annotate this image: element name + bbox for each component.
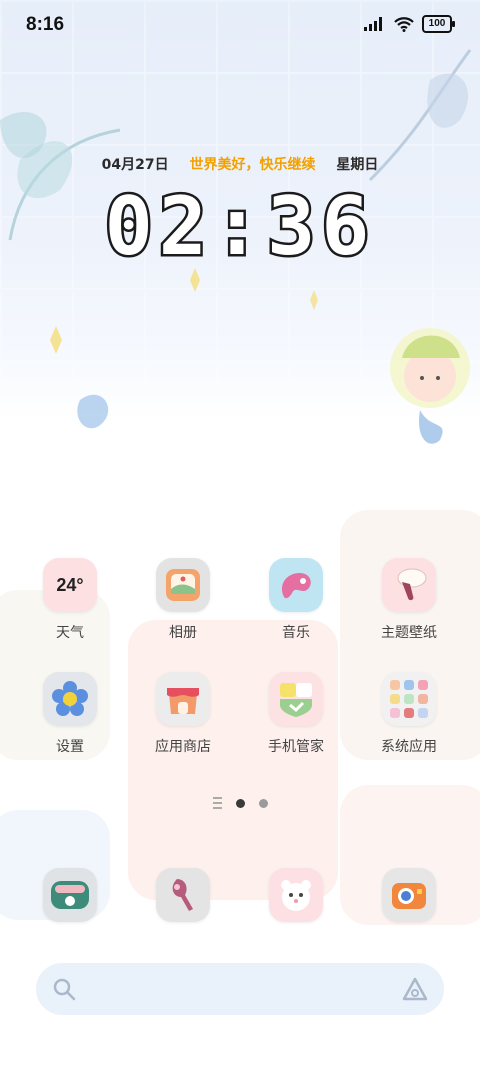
page-dot-active xyxy=(235,798,245,808)
app-weather[interactable]: 24° 天气 xyxy=(15,558,125,642)
slogan-text: 世界美好，快乐继续 xyxy=(189,157,316,173)
camera-icon xyxy=(269,868,323,922)
security-icon xyxy=(269,672,323,726)
app-store-icon xyxy=(156,672,210,726)
app-label: 应用商店 xyxy=(155,739,211,755)
clock-widget[interactable]: 02:36 xyxy=(0,178,480,276)
wallpaper-card-center xyxy=(128,620,338,900)
dock-messages[interactable] xyxy=(128,868,238,922)
music-icon xyxy=(269,558,323,612)
phone-icon xyxy=(43,868,97,922)
wifi-icon xyxy=(394,16,414,32)
search-bar[interactable] xyxy=(36,963,444,1015)
assistant-icon[interactable] xyxy=(402,977,428,1001)
status-icons: 100 xyxy=(364,15,455,33)
app-gallery[interactable]: 相册 xyxy=(128,558,238,642)
search-icon xyxy=(53,978,76,1001)
date-text: 04月27日 xyxy=(101,157,169,173)
app-music[interactable]: 音乐 xyxy=(241,558,351,642)
app-label: 音乐 xyxy=(282,625,310,641)
themes-icon xyxy=(382,558,436,612)
weather-icon: 24° xyxy=(43,558,97,612)
system-apps-folder-icon xyxy=(382,672,436,726)
page-indicator[interactable] xyxy=(0,795,480,811)
app-label: 设置 xyxy=(56,739,84,755)
app-label: 主题壁纸 xyxy=(381,625,437,641)
character-sticker xyxy=(390,328,470,408)
dock-phone[interactable] xyxy=(15,868,125,922)
weekday-text: 星期日 xyxy=(336,157,379,173)
app-store[interactable]: 应用商店 xyxy=(128,672,238,756)
folder-system-apps[interactable]: 系统应用 xyxy=(354,672,464,756)
page-indicator-list-icon xyxy=(212,797,222,809)
messages-icon xyxy=(156,868,210,922)
app-settings[interactable]: 设置 xyxy=(15,672,125,756)
date-widget[interactable]: 04月27日 世界美好，快乐继续 星期日 xyxy=(0,154,480,174)
gallery-icon xyxy=(156,558,210,612)
settings-icon xyxy=(43,672,97,726)
app-themes[interactable]: 主题壁纸 xyxy=(354,558,464,642)
app-label: 相册 xyxy=(169,625,197,641)
status-time: 8:16 xyxy=(26,14,65,35)
battery-icon: 100 xyxy=(422,15,455,33)
dock-browser[interactable] xyxy=(354,868,464,922)
leaf-decoration-right xyxy=(368,49,472,182)
browser-icon xyxy=(382,868,436,922)
app-security[interactable]: 手机管家 xyxy=(241,672,351,756)
app-label: 系统应用 xyxy=(381,739,437,755)
signal-icon xyxy=(364,17,382,31)
status-bar: 8:16 100 xyxy=(0,0,480,52)
dock-camera[interactable] xyxy=(241,868,351,922)
app-label: 天气 xyxy=(56,625,84,641)
weather-temperature: 24° xyxy=(56,574,84,595)
app-label: 手机管家 xyxy=(268,739,324,755)
page-dot xyxy=(258,798,268,808)
